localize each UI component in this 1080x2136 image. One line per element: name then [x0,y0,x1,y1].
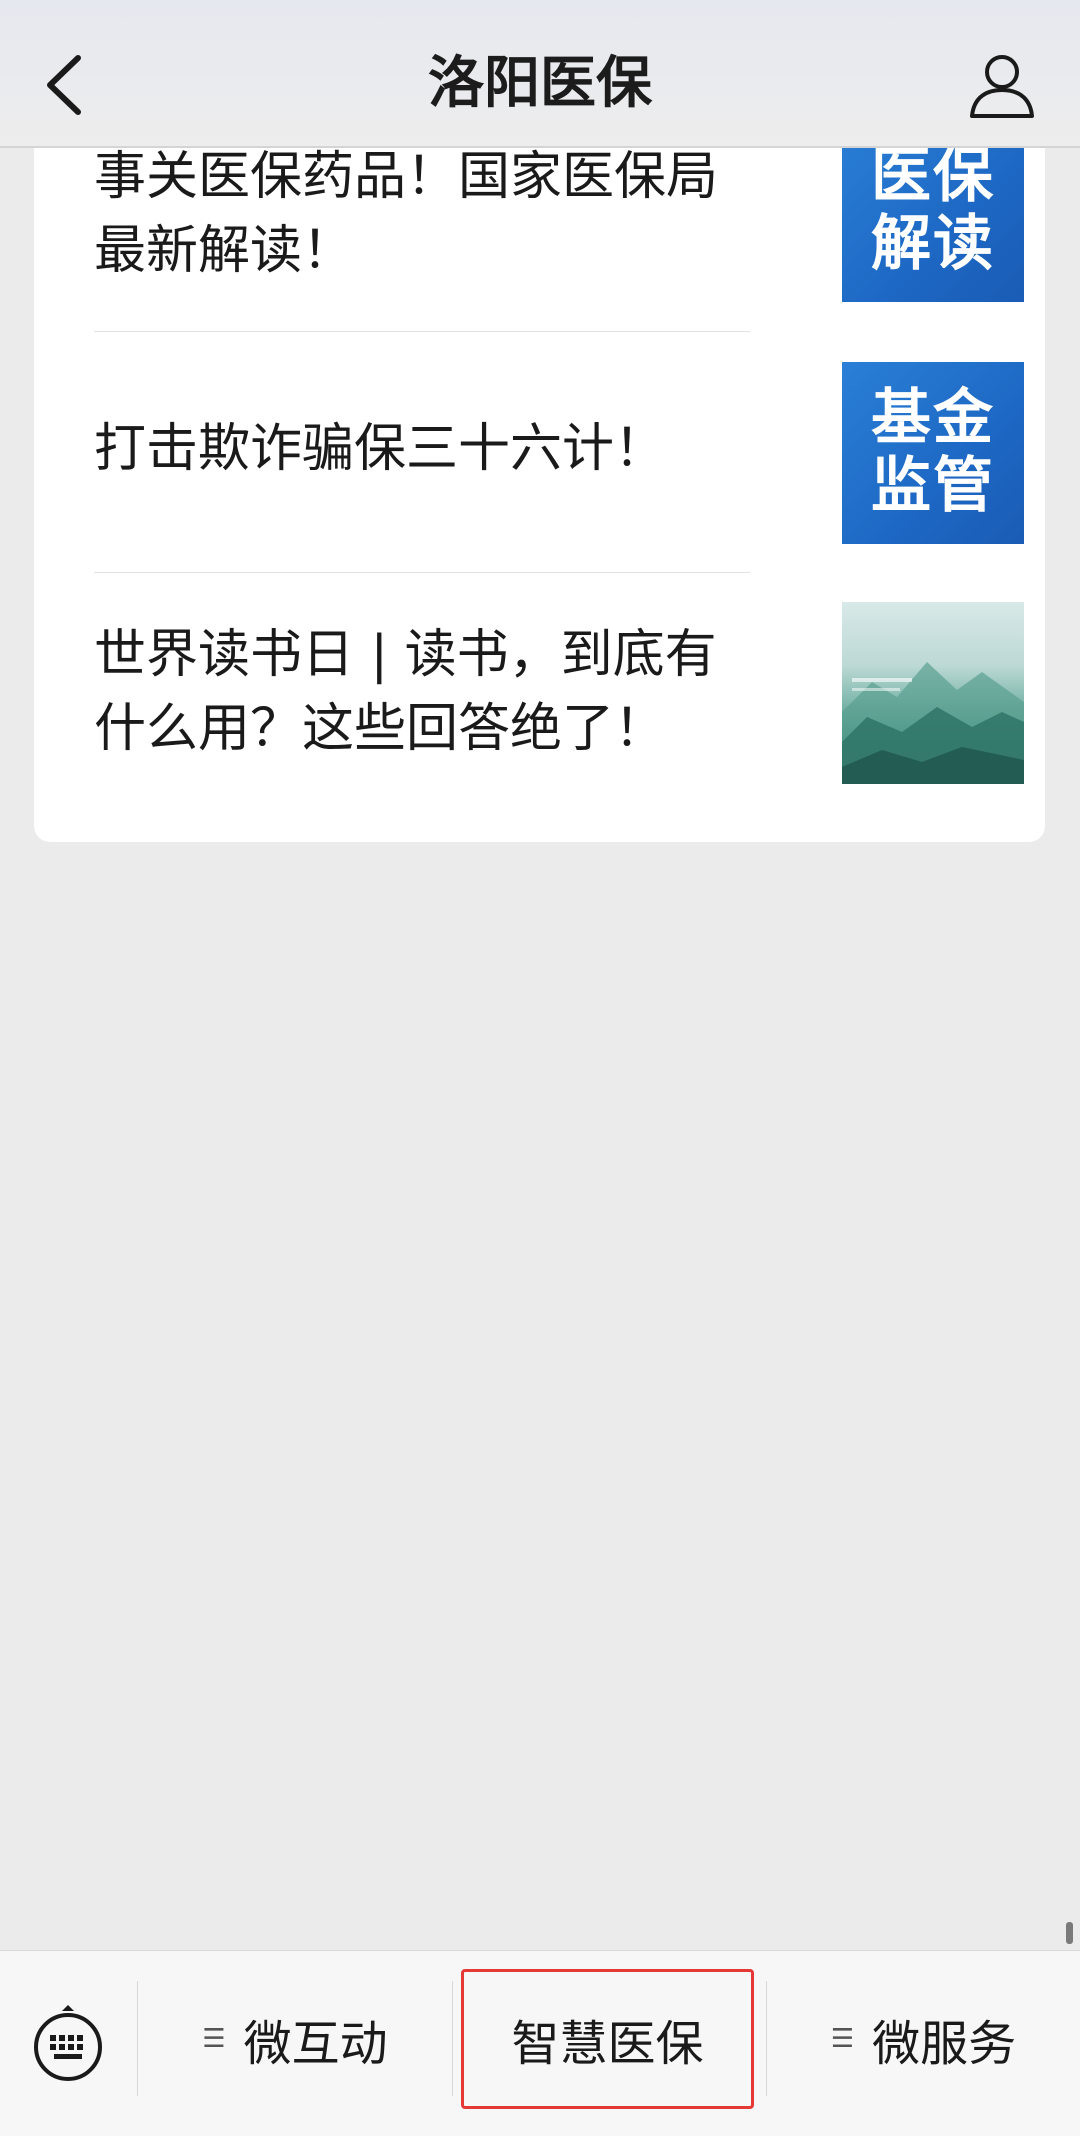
profile-button[interactable] [964,48,1040,124]
menu-separator [452,1981,453,2096]
article-item[interactable]: 世界读书日 | 读书，到底有 什么用？这些回答绝了！ [94,573,1024,842]
menu-item-zhihui-yibao[interactable]: 智慧医保 [461,1969,754,2109]
menu-item-wei-hudong[interactable]: ☰ 微互动 [138,1981,452,2096]
article-title-line: 事关医保药品！国家医保局 [94,147,719,207]
keyboard-icon [34,2005,102,2081]
article-title-line: 世界读书日 | 读书，到底有 [94,625,717,685]
menu-item-label: 微互动 [243,2015,388,2072]
bottom-menu-bar: ☰ 微互动 智慧医保 ☰ 微服务 [0,1950,1080,2136]
article-thumbnail [842,602,1024,784]
user-icon [970,55,1034,118]
article-thumbnail: 基金 监管 [842,362,1024,544]
menu-item-label: 智慧医保 [511,2016,704,2072]
mountain-landscape-image [842,662,1024,784]
article-title-line: 什么用？这些回答绝了！ [94,699,667,759]
thumbnail-text-line: 监管 [871,451,995,521]
menu-list-icon: ☰ [830,2023,855,2054]
article-item[interactable]: 打击欺诈骗保三十六计！ 基金 监管 [94,332,1024,573]
scrollbar-thumb[interactable] [1066,1922,1073,1944]
keyboard-toggle-button[interactable] [32,2001,104,2083]
thumbnail-text: 基金 监管 [842,384,1024,520]
thumbnail-text: 医保 解读 [842,142,1024,278]
menu-item-wei-fuwu[interactable]: ☰ 微服务 [767,1981,1080,2096]
article-title-line: 打击欺诈骗保三十六计！ [94,419,667,479]
menu-item-label: 微服务 [872,2015,1017,2072]
menu-list-icon: ☰ [202,2023,226,2054]
thumbnail-text-line: 医保 [871,141,995,211]
page-title: 洛阳医保 [428,51,652,116]
thumbnail-text-line: 基金 [871,383,995,453]
article-title: 事关医保药品！国家医保局 最新解读！ [94,140,744,288]
article-title-line: 最新解读！ [94,221,355,281]
top-navigation-bar: 洛阳医保 [0,0,1080,148]
article-title: 打击欺诈骗保三十六计！ [94,412,744,486]
article-title: 世界读书日 | 读书，到底有 什么用？这些回答绝了！ [94,618,744,766]
thumbnail-text-line: 解读 [871,209,995,279]
